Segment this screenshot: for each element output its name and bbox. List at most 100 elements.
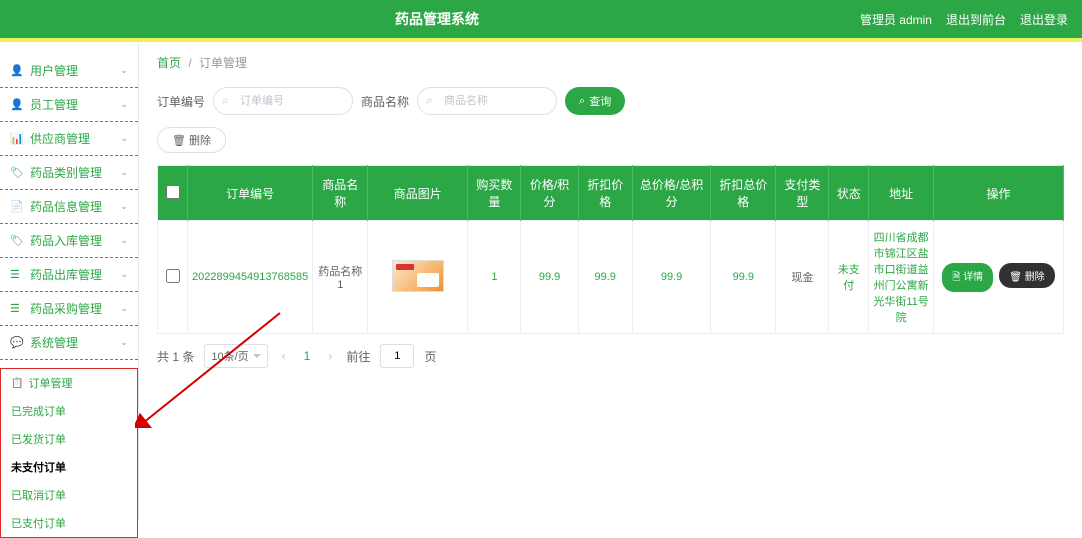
submenu-label: 订单管理 (28, 375, 72, 391)
chevron-down-icon: ⌄ (120, 235, 128, 246)
goto-input[interactable] (380, 344, 414, 368)
sidebar-item-outstock[interactable]: ☰药品出库管理⌄ (0, 258, 138, 292)
page-size-label: 10条/页 (211, 348, 248, 364)
chevron-down-icon: ⌄ (120, 269, 128, 280)
table-row: 2022899454913768585 药品名称1 1 99.9 99.9 99… (158, 221, 1064, 334)
cell-paytype: 现金 (776, 221, 829, 334)
sidebar-item-staff[interactable]: 👤员工管理⌄ (0, 88, 138, 122)
sidebar-item-users[interactable]: 👤 用户管理 ⌄ (0, 54, 138, 88)
detail-button[interactable]: 🗎 详情 (942, 263, 993, 292)
current-page[interactable]: 1 (300, 349, 315, 363)
search-input-wrap: ⌕ (213, 87, 353, 115)
th-address: 地址 (869, 166, 934, 221)
chevron-down-icon: ⌄ (120, 65, 128, 76)
sidebar-item-supplier[interactable]: 📊 供应商管理 ⌄ (0, 122, 138, 156)
product-input[interactable] (417, 87, 557, 115)
cell-discount-total: 99.9 (711, 221, 776, 334)
cell-image (368, 221, 468, 334)
search-button[interactable]: ⌕查询 (565, 87, 625, 115)
breadcrumb-home[interactable]: 首页 (157, 56, 181, 70)
chart-icon: 📊 (10, 132, 24, 145)
content: 首页 / 订单管理 订单编号 ⌕ 商品名称 ⌕ ⌕查询 🗑 删除 (139, 42, 1082, 521)
submenu-paid[interactable]: 已支付订单 (1, 509, 137, 537)
next-page-button[interactable]: › (324, 349, 336, 363)
cell-orderno[interactable]: 2022899454913768585 (188, 221, 313, 334)
chevron-down-icon: ⌄ (120, 167, 128, 178)
to-frontend-link[interactable]: 退出到前台 (946, 11, 1006, 28)
th-status: 状态 (829, 166, 869, 221)
submenu-label: 已支付订单 (11, 515, 66, 531)
search-input-wrap: ⌕ (417, 87, 557, 115)
cell-address: 四川省成都市锦江区盐市口街道益州门公寓新光华街11号院 (869, 221, 934, 334)
cell-product: 药品名称1 (313, 221, 368, 334)
th-orderno: 订单编号 (188, 166, 313, 221)
submenu-unpaid[interactable]: 未支付订单 (1, 453, 137, 481)
header: 药品管理系统 管理员 admin 退出到前台 退出登录 (0, 0, 1082, 38)
cell-actions: 🗎 详情 🗑 删除 (934, 221, 1064, 334)
sidebar-item-label: 用户管理 (30, 62, 78, 79)
bulk-actions: 🗑 删除 (157, 127, 1064, 153)
delete-button[interactable]: 🗑 删除 (157, 127, 226, 153)
chevron-down-icon: ⌄ (120, 201, 128, 212)
sidebar-submenu: 📋 订单管理 已完成订单 已发货订单 未支付订单 已取消订单 已支付订单 (0, 368, 138, 538)
list-icon: ☰ (10, 268, 24, 281)
submenu-shipped[interactable]: 已发货订单 (1, 425, 137, 453)
cell-discount: 99.9 (578, 221, 632, 334)
sidebar-item-label: 药品类别管理 (30, 164, 102, 181)
sidebar-item-label: 员工管理 (30, 96, 78, 113)
sidebar-item-purchase[interactable]: ☰药品采购管理⌄ (0, 292, 138, 326)
row-delete-label: 删除 (1025, 272, 1045, 283)
th-total: 总价格/总积分 (632, 166, 711, 221)
user-icon: 👤 (10, 98, 24, 111)
clipboard-icon: 📋 (11, 378, 23, 389)
sidebar-item-category[interactable]: 🏷药品类别管理⌄ (0, 156, 138, 190)
sidebar-item-instock[interactable]: 🏷 药品入库管理 ⌄ (0, 224, 138, 258)
user-icon: 👤 (10, 64, 24, 77)
sidebar-item-system[interactable]: 💬 系统管理 ⌄ (0, 326, 138, 360)
search-label-product: 商品名称 (361, 93, 409, 110)
page-size-select[interactable]: 10条/页 (204, 344, 267, 368)
th-image: 商品图片 (368, 166, 468, 221)
th-paytype: 支付类型 (776, 166, 829, 221)
app-title: 药品管理系统 (14, 9, 860, 29)
admin-label[interactable]: 管理员 admin (860, 11, 932, 28)
chevron-down-icon: ⌄ (120, 303, 128, 314)
th-product: 商品名称 (313, 166, 368, 221)
chevron-down-icon: ⌄ (120, 337, 128, 348)
row-checkbox[interactable] (166, 269, 180, 283)
submenu-order-mgmt[interactable]: 📋 订单管理 (1, 369, 137, 397)
product-image (392, 260, 444, 292)
submenu-cancelled[interactable]: 已取消订单 (1, 481, 137, 509)
search-row: 订单编号 ⌕ 商品名称 ⌕ ⌕查询 (157, 87, 1064, 115)
pagination: 共 1 条 10条/页 ‹ 1 › 前往 页 (157, 344, 1064, 368)
breadcrumb-sep: / (188, 56, 191, 70)
row-delete-button[interactable]: 🗑 删除 (999, 263, 1054, 288)
cell-price: 99.9 (521, 221, 578, 334)
tag-icon: 🏷 (10, 234, 24, 247)
search-button-label: 查询 (589, 93, 611, 109)
search-label-orderno: 订单编号 (157, 93, 205, 110)
search-icon: ⌕ (222, 93, 229, 108)
chat-icon: 💬 (10, 336, 24, 349)
search-icon: ⌕ (426, 93, 433, 108)
goto-unit: 页 (424, 348, 436, 365)
orderno-input[interactable] (213, 87, 353, 115)
submenu-label: 已发货订单 (11, 431, 66, 447)
sidebar-item-label: 系统管理 (30, 334, 78, 351)
main: 👤用户管理⌄ 👤员工管理⌄ 📊供应商管理⌄ 🏷药品类别管理⌄ 📄药品信息管理⌄ … (0, 42, 1082, 521)
sidebar-item-label: 药品入库管理 (30, 232, 102, 249)
chevron-down-icon: ⌄ (120, 133, 128, 144)
th-discount: 折扣价格 (578, 166, 632, 221)
select-all-checkbox[interactable] (166, 185, 180, 199)
cell-status: 未支付 (829, 221, 869, 334)
th-actions: 操作 (934, 166, 1064, 221)
table-head: 订单编号 商品名称 商品图片 购买数量 价格/积分 折扣价格 总价格/总积分 折… (158, 166, 1064, 221)
prev-page-button[interactable]: ‹ (278, 349, 290, 363)
detail-button-label: 详情 (963, 272, 983, 283)
submenu-completed[interactable]: 已完成订单 (1, 397, 137, 425)
list-icon: ☰ (10, 302, 24, 315)
sidebar-item-label: 供应商管理 (30, 130, 90, 147)
logout-link[interactable]: 退出登录 (1020, 11, 1068, 28)
sidebar-item-info[interactable]: 📄药品信息管理⌄ (0, 190, 138, 224)
breadcrumb-current: 订单管理 (199, 56, 247, 70)
